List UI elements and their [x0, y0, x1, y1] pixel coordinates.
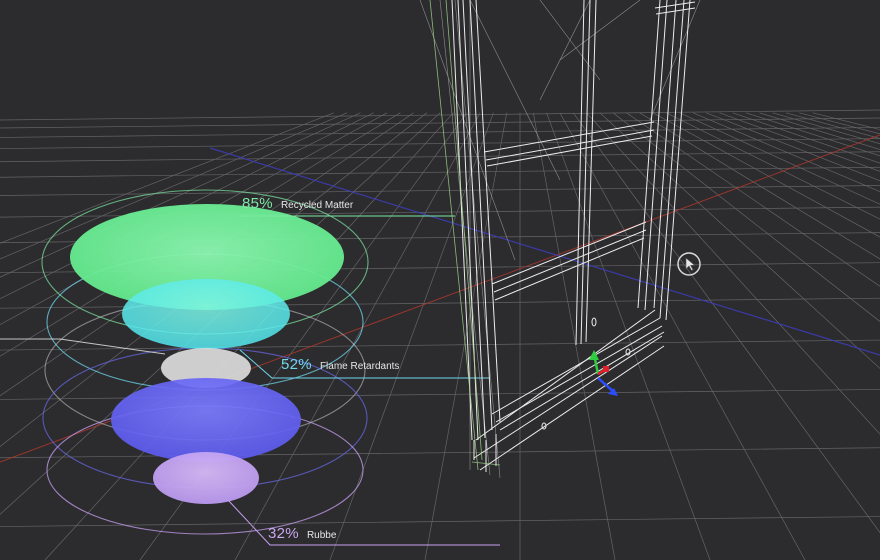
callout-recycled-matter: 85% Recycled Matter	[242, 195, 353, 212]
grid-line	[679, 112, 880, 205]
select-cursor-icon	[677, 252, 701, 276]
grid-line	[586, 112, 880, 435]
grid-line	[652, 112, 880, 238]
grid-line	[626, 112, 880, 287]
flame-retardants-layer	[122, 279, 290, 349]
blue-layer	[111, 378, 301, 462]
callout-rubber: 32% Rubbe	[268, 525, 336, 542]
transform-gizmo[interactable]	[589, 350, 618, 396]
grid-line	[329, 112, 494, 560]
construction-lines	[419, 0, 701, 479]
grid-line	[599, 112, 880, 369]
viewport-stage[interactable]: { "viewport": { "background": "#2c2c2e",…	[0, 0, 880, 560]
grid-line	[0, 166, 880, 178]
flame-retardants-label: Flame Retardants	[319, 361, 400, 372]
rubber-layer	[153, 452, 259, 504]
grid-line	[785, 112, 880, 139]
grid-line	[719, 112, 880, 172]
grid-line	[0, 339, 880, 351]
grid-line	[0, 109, 880, 121]
grid-line	[532, 112, 616, 560]
ground-grid	[0, 109, 880, 560]
flame-retardants-percent: 52%	[281, 356, 312, 373]
infographic-layers	[70, 204, 344, 504]
grid-line	[812, 112, 880, 130]
grid-line	[0, 185, 880, 196]
grid-line	[0, 138, 880, 149]
grid-line	[0, 151, 880, 163]
grid-line	[559, 112, 806, 560]
recycled-matter-percent: 85%	[242, 195, 273, 212]
3d-viewport[interactable]	[0, 0, 880, 560]
grid-line	[799, 112, 880, 135]
grid-line	[706, 112, 880, 182]
rubber-percent: 32%	[268, 525, 299, 542]
grid-line	[745, 112, 880, 157]
recycled-matter-label: Recycled Matter	[280, 200, 354, 211]
grid-line	[692, 112, 880, 192]
grid-line	[0, 516, 880, 527]
grid-line	[732, 112, 880, 164]
callout-flame-retardants: 52% Flame Retardants	[281, 356, 399, 373]
rubber-label: Rubbe	[306, 530, 337, 541]
grid-line	[234, 112, 481, 560]
grid-line	[612, 112, 880, 322]
